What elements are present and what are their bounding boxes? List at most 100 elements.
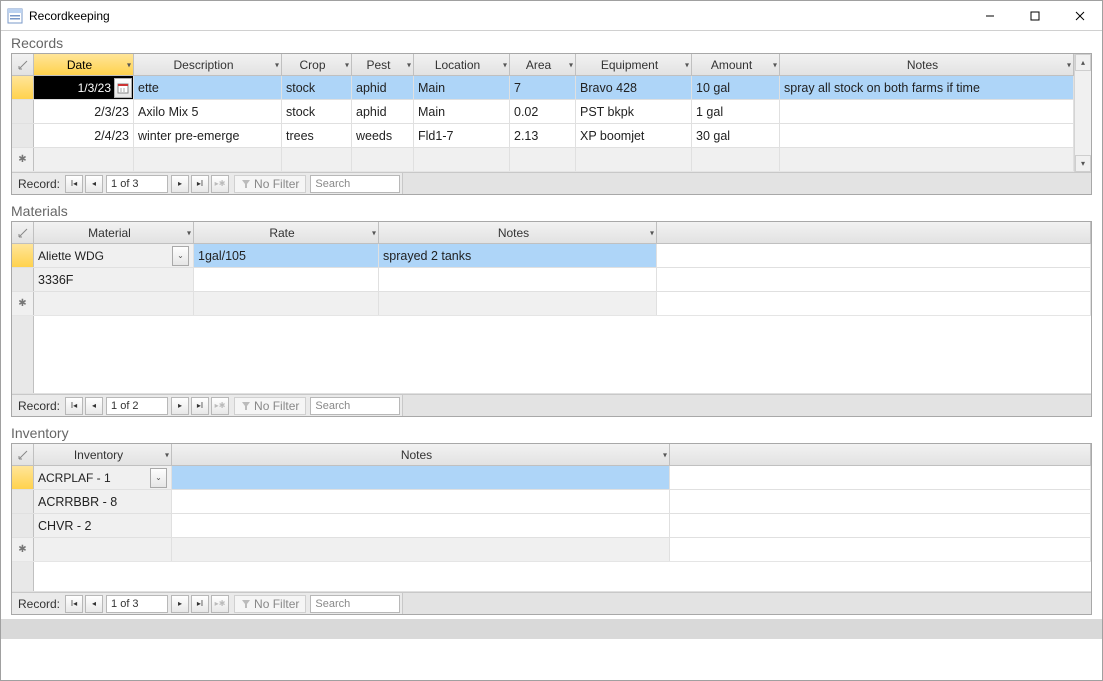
cell-notes[interactable] — [379, 268, 657, 291]
horizontal-scrollbar[interactable] — [402, 395, 1091, 416]
column-header-amount[interactable]: Amount▾ — [692, 54, 780, 75]
combo-dropdown-icon[interactable]: ⌄ — [150, 468, 167, 488]
column-header-material[interactable]: Material▾ — [34, 222, 194, 243]
new-record-row[interactable] — [12, 292, 1091, 316]
table-row[interactable]: ACRRBBR - 8 — [12, 490, 1091, 514]
column-header-rate[interactable]: Rate▾ — [194, 222, 379, 243]
dropdown-icon[interactable]: ▾ — [569, 60, 573, 69]
cell-location[interactable]: Main — [414, 100, 510, 123]
cell-equipment[interactable]: PST bkpk — [576, 100, 692, 123]
column-header-area[interactable]: Area▾ — [510, 54, 576, 75]
new-record-icon[interactable] — [12, 292, 34, 315]
column-header-location[interactable]: Location▾ — [414, 54, 510, 75]
vertical-scrollbar[interactable]: ▴ ▾ — [1074, 54, 1091, 172]
column-header-date[interactable]: Date▾ — [34, 54, 134, 75]
last-record-button[interactable]: ▸I — [191, 175, 209, 193]
column-header-notes[interactable]: Notes▾ — [780, 54, 1074, 75]
cell-rate[interactable]: 1gal/105 — [194, 244, 379, 267]
dropdown-icon[interactable]: ▾ — [503, 60, 507, 69]
row-selector[interactable] — [12, 514, 34, 537]
cell-description[interactable]: winter pre-emerge — [134, 124, 282, 147]
last-record-button[interactable]: ▸I — [191, 595, 209, 613]
minimize-button[interactable] — [967, 1, 1012, 30]
cell-amount[interactable]: 1 gal — [692, 100, 780, 123]
cell-location[interactable]: Fld1-7 — [414, 124, 510, 147]
row-selector[interactable] — [12, 268, 34, 291]
cell-date[interactable]: 2/3/23 — [34, 100, 134, 123]
table-row[interactable]: CHVR - 2 — [12, 514, 1091, 538]
table-row[interactable]: 2/3/23 Axilo Mix 5 stock aphid Main 0.02… — [12, 100, 1074, 124]
dropdown-icon[interactable]: ▾ — [275, 60, 279, 69]
cell-pest[interactable]: aphid — [352, 76, 414, 99]
date-picker-icon[interactable] — [114, 78, 132, 98]
cell-notes[interactable]: sprayed 2 tanks — [379, 244, 657, 267]
dropdown-icon[interactable]: ▾ — [650, 228, 654, 237]
cell-inventory[interactable]: CHVR - 2 — [34, 514, 172, 537]
new-record-row[interactable] — [12, 538, 1091, 562]
row-selector[interactable] — [12, 244, 34, 267]
first-record-button[interactable]: I◂ — [65, 595, 83, 613]
column-header-description[interactable]: Description▾ — [134, 54, 282, 75]
search-input[interactable]: Search — [310, 397, 400, 415]
column-header-inventory[interactable]: Inventory▾ — [34, 444, 172, 465]
cell-equipment[interactable]: XP boomjet — [576, 124, 692, 147]
table-row[interactable]: 3336F — [12, 268, 1091, 292]
cell-notes[interactable] — [780, 124, 1074, 147]
cell-date[interactable]: 1/3/23 — [34, 76, 134, 99]
horizontal-scrollbar[interactable] — [402, 593, 1091, 614]
first-record-button[interactable]: I◂ — [65, 397, 83, 415]
column-header-notes[interactable]: Notes▾ — [172, 444, 670, 465]
column-header-pest[interactable]: Pest▾ — [352, 54, 414, 75]
dropdown-icon[interactable]: ▾ — [663, 450, 667, 459]
table-row[interactable]: 1/3/23 ette stock aphid Main 7 Bravo 428… — [12, 76, 1074, 100]
horizontal-scrollbar[interactable] — [402, 173, 1091, 194]
cell-notes[interactable] — [172, 466, 670, 489]
next-record-button[interactable]: ▸ — [171, 175, 189, 193]
filter-button[interactable]: No Filter — [234, 397, 306, 415]
cell-material[interactable]: 3336F — [34, 268, 194, 291]
cell-notes[interactable] — [172, 514, 670, 537]
prev-record-button[interactable]: ◂ — [85, 397, 103, 415]
new-record-icon[interactable] — [12, 148, 34, 171]
new-record-icon[interactable] — [12, 538, 34, 561]
cell-material[interactable]: Aliette WDG⌄ — [34, 244, 194, 267]
row-selector-header[interactable] — [12, 222, 34, 243]
cell-area[interactable]: 0.02 — [510, 100, 576, 123]
table-row[interactable]: 2/4/23 winter pre-emerge trees weeds Fld… — [12, 124, 1074, 148]
cell-rate[interactable] — [194, 268, 379, 291]
close-button[interactable] — [1057, 1, 1102, 30]
cell-pest[interactable]: aphid — [352, 100, 414, 123]
dropdown-icon[interactable]: ▾ — [187, 228, 191, 237]
column-header-crop[interactable]: Crop▾ — [282, 54, 352, 75]
dropdown-icon[interactable]: ▾ — [127, 60, 131, 69]
row-selector[interactable] — [12, 124, 34, 147]
new-record-row[interactable] — [12, 148, 1074, 172]
cell-notes[interactable] — [780, 100, 1074, 123]
table-row[interactable]: Aliette WDG⌄ 1gal/105 sprayed 2 tanks — [12, 244, 1091, 268]
row-selector[interactable] — [12, 490, 34, 513]
first-record-button[interactable]: I◂ — [65, 175, 83, 193]
column-header-notes[interactable]: Notes▾ — [379, 222, 657, 243]
row-selector[interactable] — [12, 76, 34, 99]
scroll-down-button[interactable]: ▾ — [1075, 155, 1091, 172]
filter-button[interactable]: No Filter — [234, 595, 306, 613]
maximize-button[interactable] — [1012, 1, 1057, 30]
next-record-button[interactable]: ▸ — [171, 397, 189, 415]
new-record-button[interactable]: ▸✱ — [211, 397, 229, 415]
cell-notes[interactable]: spray all stock on both farms if time — [780, 76, 1074, 99]
dropdown-icon[interactable]: ▾ — [773, 60, 777, 69]
new-record-button[interactable]: ▸✱ — [211, 175, 229, 193]
search-input[interactable]: Search — [310, 175, 400, 193]
filter-button[interactable]: No Filter — [234, 175, 306, 193]
cell-area[interactable]: 2.13 — [510, 124, 576, 147]
cell-description[interactable]: Axilo Mix 5 — [134, 100, 282, 123]
dropdown-icon[interactable]: ▾ — [345, 60, 349, 69]
cell-location[interactable]: Main — [414, 76, 510, 99]
row-selector[interactable] — [12, 100, 34, 123]
cell-crop[interactable]: stock — [282, 76, 352, 99]
dropdown-icon[interactable]: ▾ — [1067, 60, 1071, 69]
search-input[interactable]: Search — [310, 595, 400, 613]
cell-area[interactable]: 7 — [510, 76, 576, 99]
combo-dropdown-icon[interactable]: ⌄ — [172, 246, 189, 266]
next-record-button[interactable]: ▸ — [171, 595, 189, 613]
